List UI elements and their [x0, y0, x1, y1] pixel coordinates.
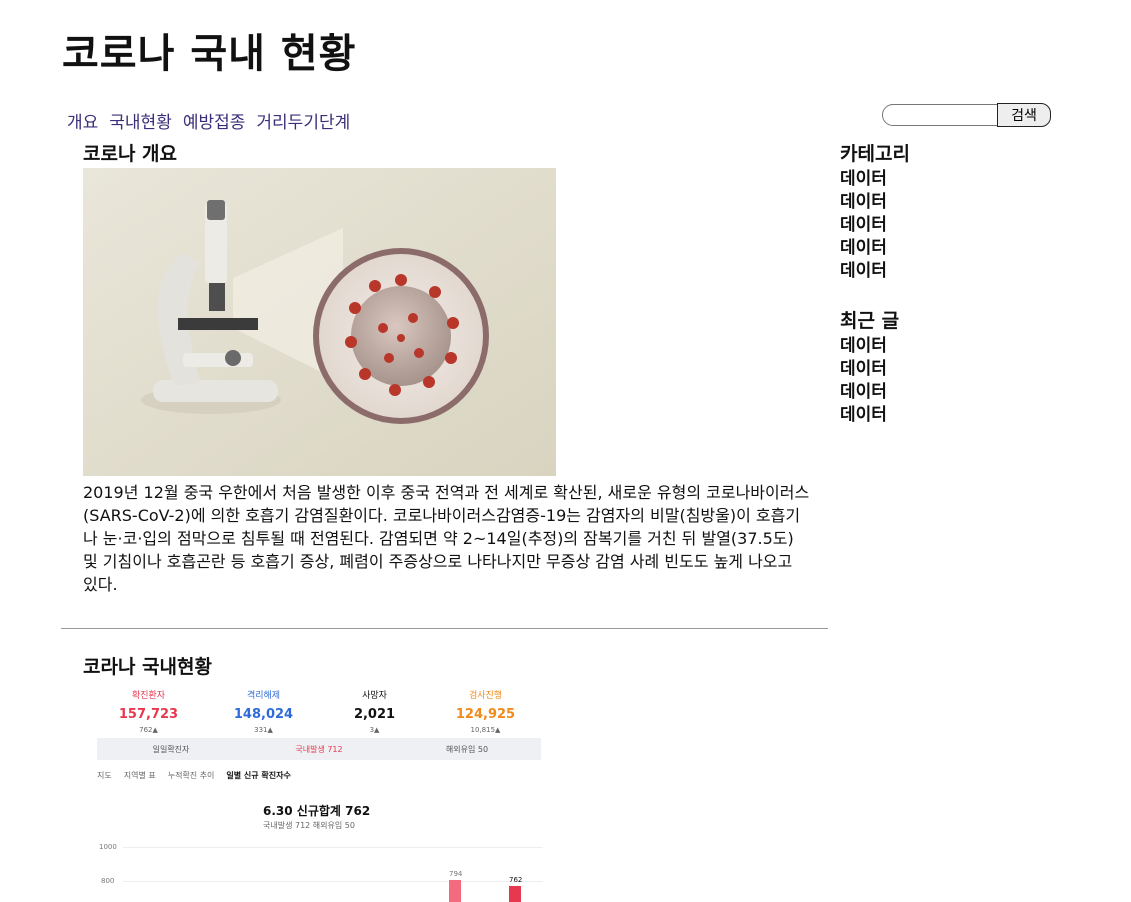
recent-posts-heading: 최근 글: [840, 310, 900, 332]
stat-testing: 검사진행 124,925 10,815▲: [428, 688, 543, 734]
axis-tick-800: 800: [101, 877, 115, 885]
bar-label-762: 762: [509, 876, 523, 884]
gridline: [123, 847, 543, 848]
stat-label: 확진환자: [131, 691, 166, 701]
category-item[interactable]: 데이터: [840, 191, 1040, 214]
category-heading: 카테고리: [840, 143, 910, 165]
site-title: 코로나 국내 현황: [62, 31, 357, 77]
stat-value: 157,723: [118, 707, 179, 722]
axis-tick-1000: 1000: [99, 843, 117, 851]
category-item[interactable]: 데이터: [840, 260, 1040, 283]
recent-post-item[interactable]: 데이터: [840, 381, 1040, 404]
stat-released: 격리해제 148,024 331▲: [206, 688, 321, 734]
status-heading: 코라나 국내현황: [83, 656, 212, 678]
bar-label-794: 794: [449, 870, 463, 878]
chart-subheading: 국내발생 712 해외유입 50: [263, 821, 355, 830]
status-tabs: 지도 지역별 표 누적확진 추이 일별 신규 확진자수: [97, 770, 291, 781]
stat-value: 148,024: [233, 707, 294, 722]
overview-paragraph: 2019년 12월 중국 우한에서 처음 발생한 이후 중국 전역과 전 세계로…: [83, 483, 810, 594]
stat-label: 검사진행: [468, 691, 503, 701]
chart-heading: 6.30 신규합계 762: [263, 804, 371, 818]
stat-label: 사망자: [362, 691, 387, 701]
section-divider: [61, 628, 828, 629]
sidebar: 카테고리 데이터 데이터 데이터 데이터 데이터 최근 글 데이터 데이터 데이…: [840, 140, 1040, 427]
tab-cumulative: 누적확진 추이: [167, 771, 215, 780]
bar-762: [509, 886, 521, 902]
main-nav: 개요 국내현황 예방접종 거리두기단계: [67, 108, 350, 133]
microscope-virus-image: [83, 168, 556, 476]
recent-post-item[interactable]: 데이터: [840, 404, 1040, 427]
nav-item-distancing[interactable]: 거리두기단계: [256, 108, 350, 133]
stat-value: 124,925: [455, 707, 516, 722]
tab-map: 지도: [97, 771, 112, 780]
stat-deaths: 사망자 2,021 3▲: [317, 688, 432, 734]
bar-794: [449, 880, 461, 902]
tab-regional-table: 지역별 표: [123, 771, 156, 780]
nav-item-domestic-status[interactable]: 국내현황: [109, 108, 172, 133]
overview-heading: 코로나 개요: [83, 143, 178, 165]
search-button[interactable]: 검색: [997, 103, 1051, 127]
summary-domestic: 국내발생 712: [295, 744, 343, 754]
recent-post-item[interactable]: 데이터: [840, 358, 1040, 381]
search-form: 검색: [882, 103, 1051, 127]
stat-delta: 762▲: [139, 726, 158, 734]
nav-item-vaccination[interactable]: 예방접종: [183, 108, 246, 133]
stat-delta: 3▲: [369, 726, 380, 734]
summary-overseas: 해외유입 50: [445, 744, 489, 754]
summary-daily: 일일확진자: [152, 744, 190, 754]
search-input[interactable]: [882, 104, 998, 126]
main-content: 코로나 개요 2019년 12월 중국 우한에서 처음 발생한 이후 중국 전역…: [83, 140, 813, 596]
category-item[interactable]: 데이터: [840, 237, 1040, 260]
category-item[interactable]: 데이터: [840, 214, 1040, 237]
stat-label: 격리해제: [246, 691, 281, 701]
tab-daily-new: 일별 신규 확진자수: [226, 771, 291, 780]
recent-post-item[interactable]: 데이터: [840, 335, 1040, 358]
stat-confirmed: 확진환자 157,723 762▲: [91, 688, 206, 734]
status-board-image: 확진환자 157,723 762▲ 격리해제 148,024 331▲ 사망자 …: [83, 680, 553, 902]
stat-value: 2,021: [353, 707, 396, 722]
category-item[interactable]: 데이터: [840, 168, 1040, 191]
stat-delta: 10,815▲: [470, 726, 501, 734]
nav-item-overview[interactable]: 개요: [67, 108, 98, 133]
daily-summary-row: 일일확진자 국내발생 712 해외유입 50: [97, 738, 541, 760]
gridline: [123, 881, 543, 882]
stat-delta: 331▲: [254, 726, 273, 734]
